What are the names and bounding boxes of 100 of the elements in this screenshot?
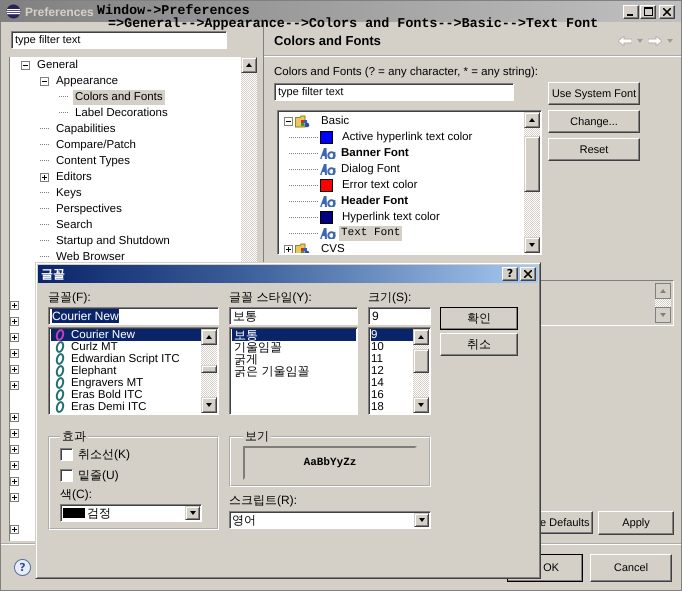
tree-item[interactable]: Active hyperlink text color [340, 130, 474, 144]
tree-item[interactable]: Error text color [340, 178, 420, 192]
expand-icon[interactable] [10, 460, 19, 470]
list-option[interactable]: Elephant [71, 365, 116, 377]
expand-icon[interactable] [10, 364, 19, 374]
tree-item[interactable]: Perspectives [54, 202, 124, 216]
style-field[interactable]: 보통 [229, 307, 358, 325]
tree-item[interactable]: Keys [54, 186, 84, 200]
use-system-font-button[interactable]: Use System Font [548, 82, 640, 105]
close-button[interactable] [520, 267, 536, 281]
scrollbar[interactable] [655, 283, 671, 323]
field-label: 글꼴(F): [48, 290, 92, 305]
list-option[interactable]: 18 [371, 401, 384, 413]
maximize-button[interactable] [640, 4, 656, 18]
expand-icon[interactable] [10, 476, 19, 486]
field-label: 크기(S): [368, 290, 412, 305]
list-option[interactable]: 16 [371, 389, 384, 401]
scrollbar[interactable] [413, 329, 429, 413]
tree-item[interactable]: Startup and Shutdown [54, 234, 172, 248]
font-icon [319, 164, 336, 174]
list-option[interactable]: 굵은 기울임꼴 [234, 365, 310, 377]
font-preview: AaBbYyZz [243, 446, 417, 480]
tree-item[interactable]: Editors [54, 170, 94, 184]
collapse-icon[interactable] [21, 60, 30, 70]
list-option[interactable]: Engravers MT [71, 377, 144, 389]
list-option[interactable]: 14 [371, 377, 384, 389]
list-option[interactable]: 기울임꼴 [234, 341, 282, 353]
reset-button[interactable]: Reset [548, 138, 640, 161]
dialog-button[interactable]: 취소 [440, 333, 518, 356]
expand-icon[interactable] [10, 428, 19, 438]
size-field[interactable]: 9 [368, 307, 431, 325]
change-button[interactable]: Change... [548, 110, 640, 133]
tree-item[interactable]: Dialog Font [339, 162, 402, 176]
group-title: 효과 [61, 429, 87, 444]
list-option[interactable]: Curlz MT [71, 341, 118, 353]
tree-item[interactable]: Content Types [54, 154, 132, 168]
filter-field[interactable]: type filter text [11, 31, 227, 49]
scrollbar[interactable] [201, 329, 217, 413]
dialog-title: 글꼴 [41, 266, 65, 282]
script-dropdown[interactable]: 영어 [229, 511, 431, 529]
tree-item[interactable]: Hyperlink text color [340, 210, 442, 224]
expand-icon[interactable] [10, 380, 19, 390]
collapse-icon[interactable] [40, 76, 49, 86]
list-option[interactable]: 굵게 [234, 353, 258, 365]
checkbox[interactable] [60, 448, 73, 461]
color-dropdown[interactable]: 검정 [60, 504, 202, 522]
page-title: Colors and Fonts [274, 33, 381, 48]
dialog-button[interactable]: 확인 [440, 307, 518, 330]
expand-icon[interactable] [10, 412, 19, 422]
expand-icon[interactable] [10, 348, 19, 358]
list-option[interactable]: 11 [371, 353, 383, 365]
app-icon [6, 4, 21, 19]
minimize-button[interactable] [623, 4, 639, 18]
close-icon [524, 270, 532, 278]
help-button[interactable]: ? [14, 559, 31, 576]
annotation-text: =>General-->Appearance-->Colors and Fonts-->Basic-->Text Font [108, 18, 598, 32]
expand-icon[interactable] [10, 300, 19, 310]
list-option[interactable]: 9 [371, 329, 378, 341]
expand-icon[interactable] [10, 444, 19, 454]
cancel-button[interactable]: Cancel [590, 554, 672, 582]
tree-item[interactable]: CVS [319, 242, 347, 253]
list-option[interactable]: Eras Bold ITC [71, 389, 143, 401]
expand-icon[interactable] [10, 332, 19, 342]
scrollbar[interactable] [524, 112, 540, 253]
list-option[interactable]: 보통 [234, 329, 258, 341]
tree-item[interactable]: Compare/Patch [54, 138, 138, 152]
list-option[interactable]: 10 [371, 341, 384, 353]
tree-item[interactable]: Search [54, 218, 94, 232]
field-label: 색(C): [60, 487, 93, 502]
close-icon [663, 8, 671, 16]
apply-button[interactable]: Apply [598, 511, 674, 535]
collapse-icon[interactable] [284, 116, 293, 126]
help-button[interactable]: ? [502, 267, 518, 281]
font-type-icon [55, 401, 65, 413]
tree-item[interactable]: Text Font [339, 226, 402, 240]
tree-item[interactable]: General [35, 58, 80, 72]
tree-item[interactable]: Colors and Fonts [73, 90, 165, 104]
tree-item[interactable]: Banner Font [339, 146, 411, 160]
tree-item[interactable]: Web Browser [54, 250, 127, 264]
font-field[interactable]: Courier New [48, 307, 219, 325]
expand-icon[interactable] [10, 492, 19, 502]
tree-item[interactable]: Basic [319, 114, 352, 128]
tree-item[interactable]: Appearance [54, 74, 120, 88]
font-type-icon [55, 353, 65, 365]
close-button[interactable] [659, 4, 675, 18]
filter-field[interactable]: type filter text [274, 83, 514, 101]
expand-icon[interactable] [40, 172, 49, 182]
expand-icon[interactable] [10, 316, 19, 326]
checkbox[interactable] [60, 469, 73, 482]
minimize-icon [627, 14, 633, 16]
filter-label: Colors and Fonts (? = any character, * = any string): [274, 65, 539, 79]
group-title: 보기 [244, 429, 270, 444]
list-option[interactable]: 12 [371, 365, 384, 377]
tree-item[interactable]: Label Decorations [73, 106, 170, 120]
tree-item[interactable]: Header Font [339, 194, 410, 208]
tree-item[interactable]: Capabilities [54, 122, 118, 136]
expand-icon[interactable] [284, 244, 293, 253]
list-option[interactable]: Edwardian Script ITC [71, 353, 180, 365]
expand-icon[interactable] [10, 524, 19, 534]
list-option[interactable]: Eras Demi ITC [71, 401, 146, 413]
